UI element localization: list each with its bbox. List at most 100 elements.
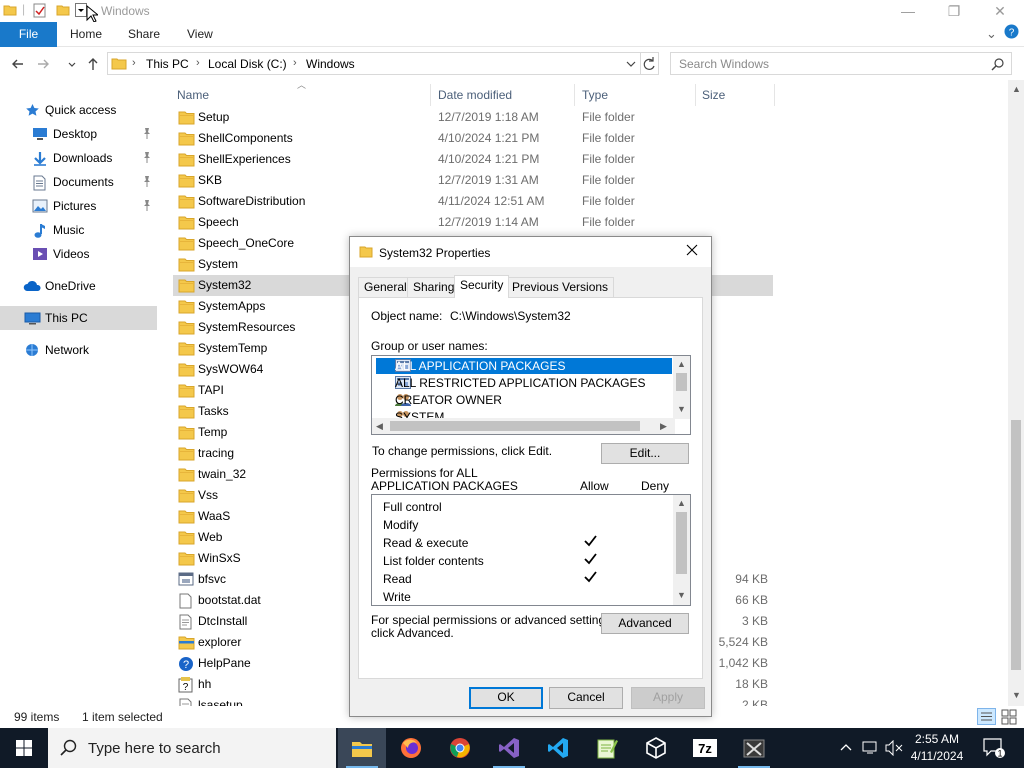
nav-network[interactable]: Network: [0, 338, 157, 362]
user-list-vscroll[interactable]: ▲ ▼: [673, 356, 690, 419]
sidebar-item-desktop[interactable]: Desktop: [0, 122, 157, 146]
back-arrow-icon[interactable]: [8, 54, 28, 74]
refresh-button[interactable]: [640, 52, 659, 75]
scrollbar-thumb[interactable]: [676, 512, 687, 574]
file-row[interactable]: SoftwareDistribution 4/11/2024 12:51 AM Fi…: [173, 191, 773, 212]
vertical-scrollbar[interactable]: ▲ ▼: [1008, 80, 1024, 706]
taskbar-search-box[interactable]: Type here to search: [48, 728, 336, 768]
new-folder-qat-icon[interactable]: [56, 3, 70, 17]
sidebar-item-documents[interactable]: Documents: [0, 170, 157, 194]
volume-muted-icon[interactable]: [885, 740, 905, 756]
show-hidden-icons-icon[interactable]: [840, 740, 852, 756]
tab-home[interactable]: Home: [70, 22, 102, 47]
edit-button[interactable]: Edit...: [601, 443, 689, 464]
close-button[interactable]: ✕: [977, 0, 1023, 22]
scroll-down-arrow-icon[interactable]: ▼: [1012, 690, 1021, 700]
minimize-button[interactable]: —: [885, 0, 931, 22]
user-list[interactable]: ALL APPLICATION PACKAGES ALL RESTRICTED A…: [371, 355, 691, 435]
system-clock[interactable]: 2:55 AM 4/11/2024: [906, 731, 968, 765]
properties-qat-icon[interactable]: [33, 3, 47, 18]
scroll-right-arrow-icon[interactable]: ▶: [660, 421, 667, 432]
file-row[interactable]: SKB 12/7/2019 1:31 AM File folder: [173, 170, 773, 191]
scroll-down-arrow-icon[interactable]: ▼: [677, 404, 686, 414]
network-tray-icon[interactable]: [862, 740, 880, 756]
advanced-button[interactable]: Advanced: [601, 613, 689, 634]
breadcrumb-local-disk[interactable]: Local Disk (C:): [208, 57, 287, 71]
scroll-left-arrow-icon[interactable]: ◀: [376, 421, 383, 432]
file-row[interactable]: ShellComponents 4/10/2024 1:21 PM File fol…: [173, 128, 773, 149]
column-header-date[interactable]: Date modified: [438, 88, 512, 102]
file-row[interactable]: ShellExperiences 4/10/2024 1:21 PM File fo…: [173, 149, 773, 170]
scrollbar-thumb[interactable]: [390, 421, 640, 431]
sidebar-item-pictures[interactable]: Pictures: [0, 194, 157, 218]
column-header-type[interactable]: Type: [582, 88, 608, 102]
help-icon[interactable]: ?: [1004, 24, 1019, 39]
permissions-vscroll[interactable]: ▲ ▼: [673, 495, 690, 605]
sidebar-item-videos[interactable]: Videos: [0, 242, 157, 266]
address-bar[interactable]: › This PC › Local Disk (C:) › Windows: [107, 52, 641, 75]
taskbar-tool-app[interactable]: [730, 728, 778, 768]
pin-icon[interactable]: [142, 151, 152, 163]
taskbar-visual-studio[interactable]: [485, 728, 533, 768]
ribbon-expand-icon[interactable]: ⌄: [986, 26, 997, 42]
column-separator[interactable]: [430, 84, 431, 106]
ok-button[interactable]: OK: [469, 687, 543, 709]
breadcrumb-chevron-icon[interactable]: ›: [196, 57, 200, 69]
pin-icon[interactable]: [142, 127, 152, 139]
tab-view[interactable]: View: [187, 22, 213, 47]
nav-this-pc[interactable]: This PC: [0, 306, 157, 330]
pin-icon[interactable]: [142, 199, 152, 211]
taskbar-chrome[interactable]: [436, 728, 484, 768]
forward-arrow-icon[interactable]: [33, 54, 53, 74]
maximize-button[interactable]: ❐: [931, 0, 977, 22]
taskbar-vscode[interactable]: [534, 728, 582, 768]
file-row[interactable]: Setup 12/7/2019 1:18 AM File folder: [173, 107, 773, 128]
file-row[interactable]: Speech 12/7/2019 1:14 AM File folder: [173, 212, 773, 233]
cancel-button[interactable]: Cancel: [549, 687, 623, 709]
recent-locations-chevron-icon[interactable]: [62, 54, 82, 74]
tab-share[interactable]: Share: [128, 22, 160, 47]
action-center-icon[interactable]: 1: [983, 738, 1005, 758]
tab-previous-versions[interactable]: Previous Versions: [506, 277, 615, 297]
user-list-item[interactable]: CREATOR OWNER: [376, 392, 672, 408]
taskbar-firefox[interactable]: [387, 728, 435, 768]
sidebar-item-downloads[interactable]: Downloads: [0, 146, 157, 170]
nav-onedrive[interactable]: OneDrive: [0, 274, 157, 298]
scrollbar-thumb[interactable]: [676, 373, 687, 391]
search-icon[interactable]: [991, 57, 1005, 71]
scrollbar-thumb[interactable]: [1011, 420, 1021, 670]
large-icons-view-icon[interactable]: [1000, 708, 1018, 725]
tab-file[interactable]: File: [0, 22, 57, 47]
tab-security[interactable]: Security: [454, 275, 510, 298]
user-list-hscroll[interactable]: ◀ ▶: [372, 418, 675, 434]
nav-quick-access[interactable]: Quick access: [0, 98, 157, 122]
breadcrumb-this-pc[interactable]: This PC: [146, 57, 189, 71]
scroll-up-arrow-icon[interactable]: ▲: [677, 498, 686, 508]
taskbar-3d-app[interactable]: [632, 728, 680, 768]
breadcrumb-chevron-icon[interactable]: ›: [293, 57, 297, 69]
taskbar-notepadpp[interactable]: [583, 728, 631, 768]
address-dropdown-icon[interactable]: [625, 56, 637, 72]
scroll-down-arrow-icon[interactable]: ▼: [677, 590, 686, 600]
pin-icon[interactable]: [142, 175, 152, 187]
sidebar-item-music[interactable]: Music: [0, 218, 157, 242]
scroll-up-arrow-icon[interactable]: ▲: [677, 359, 686, 369]
user-list-item[interactable]: ALL APPLICATION PACKAGES: [376, 358, 672, 374]
scroll-up-arrow-icon[interactable]: ▲: [1012, 84, 1021, 94]
user-list-item[interactable]: ALL RESTRICTED APPLICATION PACKAGES: [376, 375, 672, 391]
taskbar-file-explorer[interactable]: [338, 728, 386, 768]
column-separator[interactable]: [774, 84, 775, 106]
start-button[interactable]: [0, 728, 48, 768]
search-input[interactable]: Search Windows: [670, 52, 1012, 75]
column-header-name[interactable]: Name: [177, 88, 209, 102]
tab-general[interactable]: General: [358, 277, 413, 297]
taskbar-7zip[interactable]: 7z: [681, 728, 729, 768]
details-view-icon[interactable]: [977, 708, 996, 725]
dialog-close-button[interactable]: [685, 243, 705, 261]
column-separator[interactable]: [574, 84, 575, 106]
up-arrow-icon[interactable]: [83, 54, 103, 74]
breadcrumb-windows[interactable]: Windows: [306, 57, 355, 71]
column-separator[interactable]: [695, 84, 696, 106]
tab-sharing[interactable]: Sharing: [407, 277, 461, 297]
column-header-size[interactable]: Size: [702, 88, 725, 102]
